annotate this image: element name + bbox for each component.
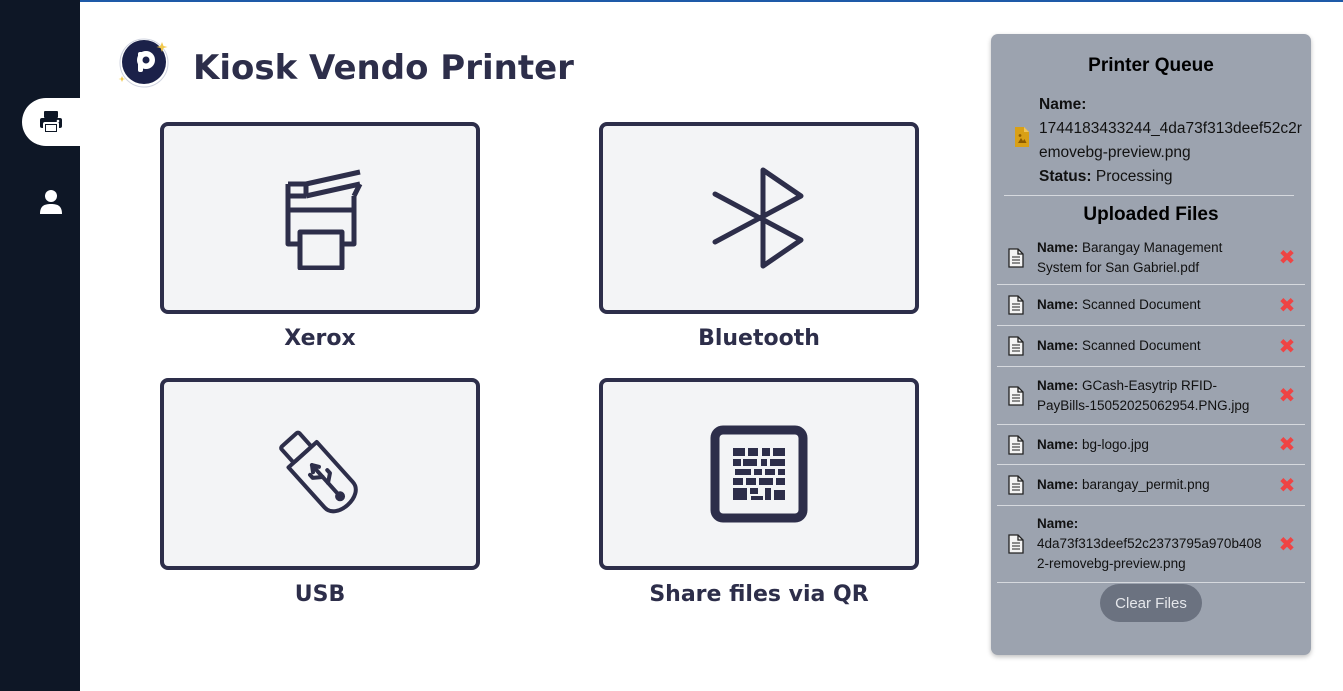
qr-code-icon xyxy=(710,425,808,523)
printer-queue-heading: Printer Queue xyxy=(1088,55,1214,76)
printer-icon xyxy=(40,111,62,134)
file-name-label: Name: xyxy=(1037,297,1079,312)
user-icon xyxy=(40,190,62,214)
file-name: Name: GCash-Easytrip RFID-PayBills-15052… xyxy=(1029,376,1273,416)
sidebar xyxy=(0,0,80,691)
remove-file-button[interactable]: ✖ xyxy=(1273,291,1301,319)
remove-file-button[interactable]: ✖ xyxy=(1273,244,1301,272)
queue-job: Name: 1744183433244_4da73f313deef52c2rem… xyxy=(1039,93,1307,189)
bluetooth-tile[interactable] xyxy=(599,122,919,314)
file-name-label: Name: xyxy=(1037,377,1079,393)
document-icon xyxy=(1003,475,1029,495)
share-qr-label: Share files via QR xyxy=(649,582,869,607)
usb-label: USB xyxy=(294,582,346,607)
remove-file-button[interactable]: ✖ xyxy=(1273,431,1301,459)
queue-status-value: Processing xyxy=(1095,168,1173,185)
file-name-label: Name: xyxy=(1037,239,1079,255)
queue-panel: Printer Queue Name: 1744183433244_4da73f… xyxy=(991,34,1311,655)
clear-files-button[interactable]: Clear Files xyxy=(1100,584,1202,622)
file-name-label: Name: xyxy=(1037,477,1079,492)
uploaded-file-row: Name: 4da73f313deef52c2373795a970b4082-r… xyxy=(997,506,1305,583)
file-name: Name: Scanned Document xyxy=(1029,336,1273,356)
document-icon xyxy=(1003,534,1029,554)
sidebar-item-profile[interactable] xyxy=(22,178,80,226)
file-name-value: Scanned Document xyxy=(1082,297,1201,312)
remove-file-button[interactable]: ✖ xyxy=(1273,530,1301,558)
panel-divider xyxy=(1004,195,1294,196)
xerox-label: Xerox xyxy=(284,326,356,351)
usb-drive-icon xyxy=(279,430,358,514)
uploaded-file-row: Name: Scanned Document ✖ xyxy=(997,285,1305,326)
file-name: Name: 4da73f313deef52c2373795a970b4082-r… xyxy=(1029,514,1273,574)
file-name-label: Name: xyxy=(1037,436,1079,452)
window-top-border xyxy=(0,0,1343,2)
file-name: Name: Barangay Management System for San… xyxy=(1029,238,1273,278)
sidebar-item-print[interactable] xyxy=(22,98,80,146)
document-icon xyxy=(1003,385,1029,406)
document-icon xyxy=(1003,434,1029,455)
file-name: Name: Scanned Document xyxy=(1029,295,1273,315)
queue-file-name: 1744183433244_4da73f313deef52c2removebg-… xyxy=(1039,120,1302,161)
file-name-value: barangay_permit.png xyxy=(1082,477,1210,492)
file-name-label: Name: xyxy=(1037,516,1079,531)
queue-name-label: Name: xyxy=(1039,96,1087,113)
remove-file-button[interactable]: ✖ xyxy=(1273,471,1301,499)
uploaded-files-heading: Uploaded Files xyxy=(1083,204,1219,225)
document-icon xyxy=(1003,336,1029,356)
file-name: Name: barangay_permit.png xyxy=(1029,475,1273,495)
bluetooth-label: Bluetooth xyxy=(698,326,820,351)
file-name-label: Name: xyxy=(1037,338,1079,353)
usb-tile[interactable] xyxy=(160,378,480,570)
queue-status-label: Status: xyxy=(1039,168,1092,185)
document-icon xyxy=(1003,247,1029,268)
app-logo xyxy=(118,36,170,88)
file-name-value: bg-logo.jpg xyxy=(1082,436,1149,452)
uploaded-file-row: Name: Scanned Document ✖ xyxy=(997,326,1305,367)
page-title: Kiosk Vendo Printer xyxy=(193,48,574,88)
file-name: Name: bg-logo.jpg xyxy=(1029,435,1273,455)
uploaded-file-row: Name: barangay_permit.png ✖ xyxy=(997,465,1305,506)
document-icon xyxy=(1003,295,1029,315)
uploaded-file-row: Name: bg-logo.jpg ✖ xyxy=(997,425,1305,465)
file-name-value: 4da73f313deef52c2373795a970b4082-removeb… xyxy=(1037,536,1262,571)
uploaded-file-row: Name: Barangay Management System for San… xyxy=(997,231,1305,285)
remove-file-button[interactable]: ✖ xyxy=(1273,382,1301,410)
share-qr-tile[interactable] xyxy=(599,378,919,570)
bluetooth-icon xyxy=(712,167,804,269)
file-name-value: Scanned Document xyxy=(1082,338,1201,353)
image-file-icon xyxy=(1014,126,1030,153)
remove-file-button[interactable]: ✖ xyxy=(1273,332,1301,360)
xerox-tile[interactable] xyxy=(160,122,480,314)
uploaded-file-row: Name: GCash-Easytrip RFID-PayBills-15052… xyxy=(997,367,1305,425)
printer-icon xyxy=(285,169,363,270)
